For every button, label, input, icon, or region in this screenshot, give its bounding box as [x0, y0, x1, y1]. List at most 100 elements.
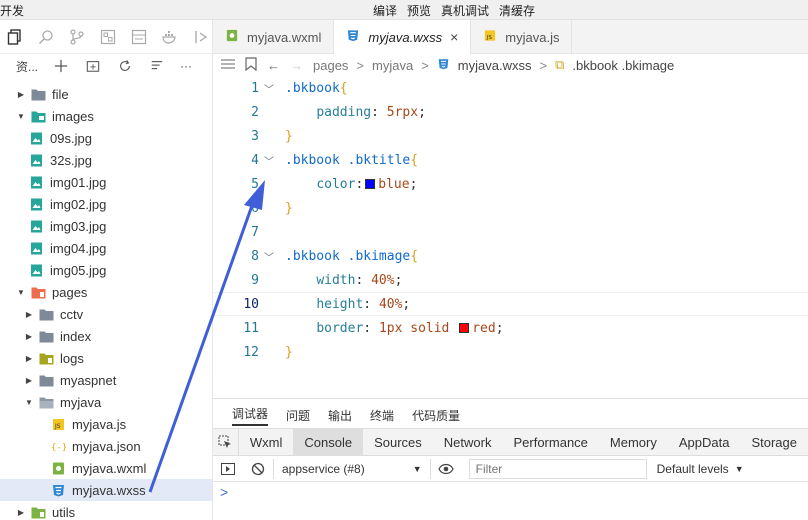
breadcrumb-item[interactable]: myjava.wxss	[458, 58, 532, 73]
debugger-tab[interactable]: 代码质量	[412, 407, 460, 424]
forward-arrow-icon[interactable]: →	[290, 58, 303, 73]
tree-folder[interactable]: ▶ logs	[0, 347, 212, 369]
tree-item-label: myjava	[60, 394, 102, 410]
devtools-tab[interactable]: Wxml	[239, 428, 294, 456]
debug-icon[interactable]	[189, 25, 212, 49]
console-prompt[interactable]: >	[220, 484, 228, 500]
close-icon[interactable]: ×	[450, 29, 458, 45]
tree-folder[interactable]: ▶ index	[0, 325, 212, 347]
console-filter-input[interactable]	[468, 458, 647, 479]
menu-item[interactable]: 编译	[373, 2, 397, 19]
chevron-down-icon[interactable]: ▼	[24, 397, 34, 407]
panel-icon[interactable]	[127, 25, 150, 49]
tree-folder[interactable]: ▶ utils	[0, 501, 212, 520]
eye-icon[interactable]	[431, 463, 461, 475]
menu-item[interactable]: 真机调试	[441, 2, 489, 19]
tree-file[interactable]: 32s.jpg	[0, 149, 212, 171]
chevron-right-icon[interactable]: ▶	[16, 89, 26, 99]
fold-chevron-icon[interactable]: ﹀	[259, 153, 279, 168]
devtools-tab[interactable]: Network	[433, 428, 503, 456]
code-line[interactable]: 1 ﹀ .bkbook{	[213, 76, 808, 100]
devtools-tab[interactable]: Console	[293, 428, 364, 456]
code-line[interactable]: 9 width: 40%;	[213, 268, 808, 292]
code-editor[interactable]: 1 ﹀ .bkbook{2 padding: 5rpx; 3} 4 ﹀ .bkbook .b…	[213, 76, 808, 398]
code-line[interactable]: 6}	[213, 196, 808, 220]
clear-console-icon[interactable]	[243, 462, 273, 476]
code-line[interactable]: 4 ﹀ .bkbook .bktitle{	[213, 148, 808, 172]
docker-icon[interactable]	[158, 25, 181, 49]
fold-chevron-icon[interactable]: ﹀	[259, 249, 279, 264]
toggle-outline-icon[interactable]	[221, 58, 235, 73]
more-actions-icon[interactable]: ···	[180, 59, 192, 73]
breadcrumb-item[interactable]: pages	[313, 58, 348, 73]
tree-folder[interactable]: ▶ file	[0, 83, 212, 105]
code-line[interactable]: 3}	[213, 124, 808, 148]
source-control-icon[interactable]	[66, 25, 89, 49]
tree-file[interactable]: img01.jpg	[0, 171, 212, 193]
code-line[interactable]: 11 border: 1px solid red;	[213, 316, 808, 340]
devtools-tab[interactable]: Sources	[363, 428, 433, 456]
chevron-right-icon[interactable]: ▶	[16, 507, 26, 517]
refresh-icon[interactable]	[116, 57, 134, 75]
tree-file[interactable]: myjava.wxss	[0, 479, 212, 501]
tree-folder[interactable]: ▼ myjava	[0, 391, 212, 413]
chevron-right-icon[interactable]: ▶	[24, 309, 34, 319]
back-arrow-icon[interactable]: ←	[267, 58, 280, 73]
color-swatch[interactable]	[459, 322, 470, 333]
code-line[interactable]: 8 ﹀ .bkbook .bkimage{	[213, 244, 808, 268]
color-swatch[interactable]	[365, 178, 376, 189]
devtools-tab[interactable]: Storage	[740, 428, 808, 456]
tree-file[interactable]: img04.jpg	[0, 237, 212, 259]
breadcrumb-item[interactable]: myjava	[372, 58, 413, 73]
log-levels-dropdown[interactable]: Default levels ▼	[657, 462, 744, 476]
code-line[interactable]: 10 height: 40%;	[213, 292, 808, 316]
tree-file[interactable]: img05.jpg	[0, 259, 212, 281]
css-brace: }	[285, 344, 293, 360]
tree-folder[interactable]: ▶ cctv	[0, 303, 212, 325]
bookmark-icon[interactable]	[245, 56, 257, 74]
tree-folder[interactable]: ▼ images	[0, 105, 212, 127]
menu-item[interactable]: 清缓存	[499, 2, 535, 19]
tree-folder[interactable]: ▼ pages	[0, 281, 212, 303]
tree-folder[interactable]: ▶ myaspnet	[0, 369, 212, 391]
explorer-icon[interactable]	[4, 25, 27, 49]
code-text: }	[279, 201, 293, 216]
debugger-tab[interactable]: 问题	[286, 407, 310, 424]
chevron-down-icon[interactable]: ▼	[16, 287, 26, 297]
editor-tab[interactable]: JS myjava.js	[471, 20, 573, 54]
code-line[interactable]: 7	[213, 220, 808, 244]
devtools-tab[interactable]: Performance	[502, 428, 598, 456]
tree-file[interactable]: 09s.jpg	[0, 127, 212, 149]
chevron-down-icon[interactable]: ▼	[16, 111, 26, 121]
tree-file[interactable]: img03.jpg	[0, 215, 212, 237]
debugger-tab[interactable]: 终端	[370, 407, 394, 424]
extensions-icon[interactable]	[97, 25, 120, 49]
chevron-right-icon[interactable]: ▶	[24, 353, 34, 363]
tree-file[interactable]: img02.jpg	[0, 193, 212, 215]
tree-file[interactable]: JS myjava.js	[0, 413, 212, 435]
code-line[interactable]: 5 color: blue;	[213, 172, 808, 196]
new-folder-icon[interactable]	[84, 57, 102, 75]
tree-file[interactable]: {-} myjava.json	[0, 435, 212, 457]
js-file-icon: JS	[483, 29, 497, 45]
sidebar-toggle-icon[interactable]	[213, 462, 243, 475]
element-picker-icon[interactable]	[213, 428, 239, 456]
chevron-right-icon[interactable]: ▶	[24, 331, 34, 341]
tree-file[interactable]: myjava.wxml	[0, 457, 212, 479]
devtools-tab[interactable]: AppData	[668, 428, 741, 456]
code-line[interactable]: 2 padding: 5rpx;	[213, 100, 808, 124]
chevron-right-icon[interactable]: ▶	[24, 375, 34, 385]
fold-chevron-icon[interactable]: ﹀	[259, 81, 279, 96]
context-selector[interactable]: appservice (#8) ▼	[273, 458, 431, 479]
editor-tab[interactable]: myjava.wxss ×	[334, 20, 472, 54]
devtools-tab[interactable]: Memory	[599, 428, 668, 456]
debugger-tab[interactable]: 输出	[328, 407, 352, 424]
debugger-tab[interactable]: 调试器	[232, 405, 269, 426]
editor-tab[interactable]: myjava.wxml	[213, 20, 335, 54]
code-line[interactable]: 12}	[213, 340, 808, 364]
search-icon[interactable]	[35, 25, 58, 49]
new-file-icon[interactable]	[52, 57, 70, 75]
collapse-icon[interactable]	[148, 57, 166, 75]
breadcrumb-item[interactable]: .bkbook .bkimage	[572, 58, 674, 73]
menu-item[interactable]: 预览	[407, 2, 431, 19]
